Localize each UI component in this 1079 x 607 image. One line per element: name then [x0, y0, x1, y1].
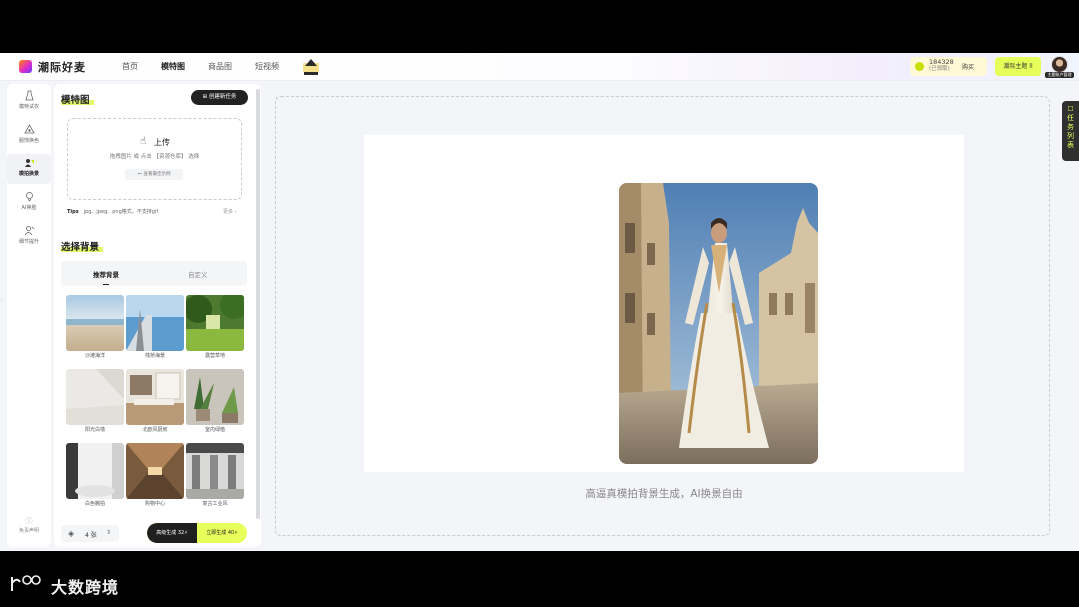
rail-label: 服饰换色 — [18, 138, 39, 144]
rail-item-recolor[interactable]: 服饰换色 — [7, 121, 51, 151]
nav-product-image[interactable]: 商品图 — [208, 61, 232, 72]
avatar-tag: 主题账户管理 — [1045, 72, 1074, 78]
rail-label: 模特试衣 — [18, 104, 39, 110]
rail-item-model-tryon[interactable]: 模特试衣 — [7, 87, 51, 117]
background-thumbnail — [126, 369, 184, 425]
tips-label: Tips — [67, 209, 79, 215]
quantity-value: 4 张 — [85, 532, 97, 539]
upload-dropzone[interactable]: ☝ 上传 拖拽图片 或 点击 【资源仓库】 选择 ⊷ 查看最佳示例 — [67, 118, 242, 200]
generate-button-group: 高级生成 32⚡ 立即生成 40⚡ — [147, 523, 247, 543]
background-label: 露营草地 — [204, 353, 225, 359]
background-thumbnail — [186, 443, 244, 499]
face-icon — [24, 191, 35, 202]
background-option[interactable]: 购物中心 — [126, 443, 184, 510]
collapse-arrow-icon[interactable]: › — [1, 297, 3, 303]
layers-icon: ◈ — [68, 529, 75, 538]
background-thumbnail — [126, 295, 184, 351]
tips-text: jpg、jpeg、png格式，不支持gif — [83, 209, 159, 215]
palette-icon — [23, 124, 35, 135]
promo-badge-icon[interactable] — [302, 57, 320, 77]
credit-value: 184328 — [929, 58, 954, 66]
tips-more-link[interactable]: 更多 › — [223, 208, 237, 215]
tab-custom[interactable]: 自定义 — [188, 269, 208, 279]
advanced-generate-button[interactable]: 高级生成 32⚡ — [147, 523, 197, 543]
credit-label: (已领取) — [929, 66, 950, 72]
background-thumbnail — [66, 295, 124, 351]
background-label: 栈桥海景 — [144, 353, 165, 359]
top-header: 潮际好麦 首页 模特图 商品图 短视频 184328 (已领取) 购买 潮际主题… — [0, 53, 1079, 81]
panel-scrollbar[interactable] — [256, 89, 260, 519]
background-tabs: 推荐背景 自定义 — [61, 261, 247, 286]
rail-item-scene-swap[interactable]: 模拍换景 — [7, 154, 51, 184]
task-list-icon: ☐ — [1067, 105, 1074, 113]
hand-pointer-icon: ☝ — [140, 136, 147, 147]
disclaimer-label: 免责声明 — [18, 528, 39, 534]
rail-label: AI换脸 — [21, 205, 37, 211]
app-name: 潮际好麦 — [38, 61, 86, 74]
credit-balance[interactable]: 184328 (已领取) 购买 — [910, 57, 987, 76]
background-label: 沙滩海洋 — [84, 353, 105, 359]
stepper-arrows-icon[interactable]: ⇕ — [106, 529, 111, 536]
tab-recommended[interactable]: 推荐背景 — [93, 269, 119, 285]
new-task-button[interactable]: ⊞ 创建新任务 — [191, 90, 248, 105]
background-thumbnail — [186, 295, 244, 351]
watermark-text: 大数跨境 — [51, 578, 120, 597]
background-option[interactable]: 栈桥海景 — [126, 295, 184, 362]
tips-more-label: 更多 — [223, 209, 234, 215]
rail-item-face-swap[interactable]: AI换脸 — [7, 188, 51, 218]
scene-icon — [24, 157, 35, 168]
upload-tips: Tips jpg、jpeg、png格式，不支持gif — [67, 208, 158, 215]
view-example-button[interactable]: ⊷ 查看最佳示例 — [125, 169, 183, 180]
background-option[interactable]: 复古工业风 — [186, 443, 244, 510]
task-list-tab[interactable]: ☐ 任务列表 — [1062, 101, 1079, 161]
buy-button[interactable]: 购买 — [962, 62, 974, 71]
preview-photo — [619, 183, 818, 464]
preview-caption: 高逼真模拍背景生成，AI换景自由 — [585, 488, 743, 500]
background-thumbnail — [66, 443, 124, 499]
dress-icon — [24, 90, 35, 101]
background-label: 购物中心 — [144, 501, 165, 507]
background-label: 阳光白墙 — [84, 427, 105, 433]
background-thumbnail — [66, 369, 124, 425]
person-icon — [24, 225, 35, 236]
background-label: 北欧风厨房 — [142, 427, 168, 433]
background-option[interactable]: 白色棚拍 — [66, 443, 124, 510]
disclaimer-link[interactable]: ⓘ 免责声明 — [7, 516, 51, 534]
upgrade-button[interactable]: 潮际主题 ll — [995, 57, 1041, 76]
new-task-label: 创建新任务 — [208, 94, 237, 100]
nav-short-video[interactable]: 短视频 — [255, 61, 279, 72]
watermark-logo-icon — [11, 575, 41, 591]
quantity-stepper[interactable]: ◈ 4 张 ⇕ — [61, 525, 119, 542]
background-option[interactable]: 室内绿植 — [186, 369, 244, 436]
background-option[interactable]: 北欧风厨房 — [126, 369, 184, 436]
background-option[interactable]: 阳光白墙 — [66, 369, 124, 436]
generate-now-button[interactable]: 立即生成 40⚡ — [197, 523, 247, 543]
app-window: 潮际好麦 首页 模特图 商品图 短视频 184328 (已领取) 购买 潮际主题… — [0, 53, 1079, 551]
upload-hint: 拖拽图片 或 点击 【资源仓库】 选择 — [109, 154, 200, 160]
rail-item-detail-enhance[interactable]: 细节提升 — [7, 222, 51, 252]
avatar[interactable] — [1051, 56, 1068, 73]
app-logo-icon — [19, 60, 32, 73]
rail-label: 细节提升 — [18, 239, 39, 245]
background-thumbnail — [126, 443, 184, 499]
credit-icon — [915, 62, 924, 71]
nav-home[interactable]: 首页 — [122, 61, 138, 72]
task-list-label: 任务列表 — [1067, 114, 1074, 149]
nav-model-image[interactable]: 模特图 — [159, 61, 187, 74]
background-option[interactable]: 沙滩海洋 — [66, 295, 124, 362]
tool-rail: 模特试衣 服饰换色 模拍换景 AI换脸 细节提升 ⓘ 免责声明 — [7, 84, 51, 547]
info-icon: ⓘ — [25, 517, 33, 525]
rail-label: 模拍换景 — [18, 171, 39, 177]
background-label: 复古工业风 — [202, 501, 228, 507]
screen: 潮际好麦 首页 模特图 商品图 短视频 184328 (已领取) 购买 潮际主题… — [0, 0, 1079, 607]
example-label: 查看最佳示例 — [143, 172, 171, 177]
panel-title: 模特图 — [61, 92, 94, 106]
background-label: 白色棚拍 — [84, 501, 105, 507]
upload-title: 上传 — [154, 138, 170, 147]
background-label: 室内绿植 — [204, 427, 225, 433]
background-option[interactable]: 露营草地 — [186, 295, 244, 362]
background-thumbnail — [186, 369, 244, 425]
section-title: 选择背景 — [61, 239, 104, 253]
